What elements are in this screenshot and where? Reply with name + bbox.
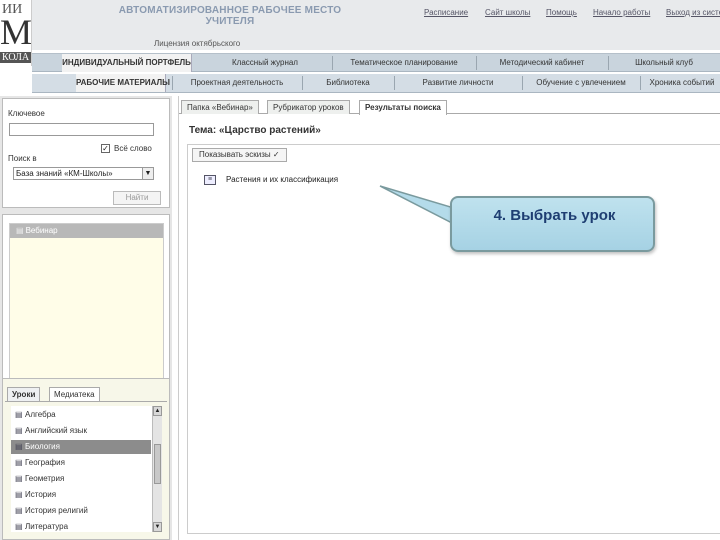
search-in-label: Поиск в <box>8 154 37 163</box>
school-name: Лицензия октябрьского <box>154 39 241 48</box>
app-header: АВТОМАТИЗИРОВАННОЕ РАБОЧЕЕ МЕСТО УЧИТЕЛЯ… <box>0 0 720 50</box>
check-icon: ✓ <box>272 150 280 159</box>
nav-thematic-planning[interactable]: Тематическое планирование <box>336 54 472 72</box>
main-nav: ИНДИВИДУАЛЬНЫЙ ПОРТФЕЛЬ Классный журнал … <box>32 53 720 72</box>
search-panel: Ключевое ✓ Всё слово Поиск в База знаний… <box>2 98 170 208</box>
everywhere-checkbox[interactable]: ✓ <box>101 144 110 153</box>
link-getting-started[interactable]: Начало работы <box>593 8 650 17</box>
link-logout[interactable]: Выход из системы <box>666 8 720 17</box>
lessons-list: ▤ Алгебра ▤ Английский язык ▤ Биология ▤ Гео… <box>11 406 162 532</box>
left-panel: Ключевое ✓ Всё слово Поиск в База знаний… <box>0 96 172 540</box>
nav-school-club[interactable]: Школьный клуб <box>612 54 716 72</box>
list-item-selected[interactable]: ▤ Биология <box>11 440 151 454</box>
nav-library[interactable]: Библиотека <box>306 74 390 92</box>
lesson-icon: ▤ <box>15 506 23 515</box>
keywords-input[interactable] <box>9 123 154 136</box>
link-help[interactable]: Помощь <box>546 8 577 17</box>
show-thumbnails-button[interactable]: Показывать эскизы ✓ <box>192 148 287 162</box>
main-panel: Папка «Вебинар» Рубрикатор уроков Резуль… <box>178 96 720 540</box>
instruction-callout: 4. Выбрать урок <box>450 196 655 252</box>
list-item[interactable]: ▤ Литература <box>11 520 151 532</box>
nav-project-activity[interactable]: Проектная деятельность <box>176 74 298 92</box>
nav-events-chronicle[interactable]: Хроника событий <box>644 74 720 92</box>
everywhere-label: Всё слово <box>114 144 152 153</box>
list-item[interactable]: ▤ Геометрия <box>11 472 151 486</box>
find-button[interactable]: Найти <box>113 191 161 205</box>
link-school-site[interactable]: Сайт школы <box>485 8 530 17</box>
main-tabs: Папка «Вебинар» Рубрикатор уроков Резуль… <box>179 98 720 115</box>
tab-search-results[interactable]: Результаты поиска <box>359 100 447 115</box>
tab-media-library[interactable]: Медиатека <box>49 387 100 401</box>
lessons-scrollbar[interactable]: ▲ ▼ <box>152 406 162 532</box>
scroll-thumb[interactable] <box>154 444 161 484</box>
nav-class-journal[interactable]: Классный журнал <box>202 54 328 72</box>
sub-nav: РАБОЧИЕ МАТЕРИАЛЫ Проектная деятельность… <box>32 74 720 93</box>
chevron-down-icon: ▼ <box>142 168 153 179</box>
lesson-icon: ▤ <box>15 474 23 483</box>
scroll-up-icon[interactable]: ▲ <box>153 406 162 416</box>
scroll-down-icon[interactable]: ▼ <box>153 522 162 532</box>
list-item[interactable]: ▤ История <box>11 488 151 502</box>
link-schedule[interactable]: Расписание <box>424 8 468 17</box>
folder-icon: ▤ <box>16 226 24 235</box>
tab-lessons[interactable]: Уроки <box>7 387 41 401</box>
lesson-icon: ▤ <box>15 426 23 435</box>
list-item[interactable]: ▤ История религий <box>11 504 151 518</box>
list-item[interactable]: ▤ Английский язык <box>11 424 151 438</box>
search-result[interactable]: ≡ Растения и их классификация <box>204 175 338 185</box>
nav-personal-development[interactable]: Развитие личности <box>398 74 518 92</box>
nav-methodical-cabinet[interactable]: Методический кабинет <box>480 54 604 72</box>
lesson-icon: ▤ <box>15 522 23 531</box>
lesson-icon: ▤ <box>15 490 23 499</box>
tab-webinar-folder[interactable]: Папка «Вебинар» <box>181 100 259 114</box>
lessons-panel: Уроки Медиатека ▤ Алгебра ▤ Английский язы… <box>2 378 170 540</box>
nav-learning-with-passion[interactable]: Обучение с увлечением <box>526 74 636 92</box>
topic-title: Тема: «Царство растений» <box>189 125 321 136</box>
lesson-icon: ▤ <box>15 458 23 467</box>
app-title: АВТОМАТИЗИРОВАННОЕ РАБОЧЕЕ МЕСТО УЧИТЕЛЯ <box>118 5 342 27</box>
tree-item-webinar[interactable]: ▤ Вебинар <box>10 224 163 238</box>
lesson-icon: ▤ <box>15 442 23 451</box>
source-select[interactable]: База знаний «КМ-Школы» ▼ <box>13 167 154 180</box>
lesson-icon: ▤ <box>15 410 23 419</box>
keywords-label: Ключевое <box>8 109 45 118</box>
list-item[interactable]: ▤ Алгебра <box>11 408 151 422</box>
top-links: Расписание Сайт школы Помощь Начало рабо… <box>424 8 720 20</box>
nav-work-materials[interactable]: РАБОЧИЕ МАТЕРИАЛЫ <box>76 74 170 92</box>
lesson-icon: ≡ <box>204 175 216 185</box>
list-item[interactable]: ▤ География <box>11 456 151 470</box>
nav-portfolio[interactable]: ИНДИВИДУАЛЬНЫЙ ПОРТФЕЛЬ <box>62 54 192 72</box>
tab-lesson-rubricator[interactable]: Рубрикатор уроков <box>267 100 350 114</box>
logo: ИИ М КОЛА <box>0 0 32 66</box>
